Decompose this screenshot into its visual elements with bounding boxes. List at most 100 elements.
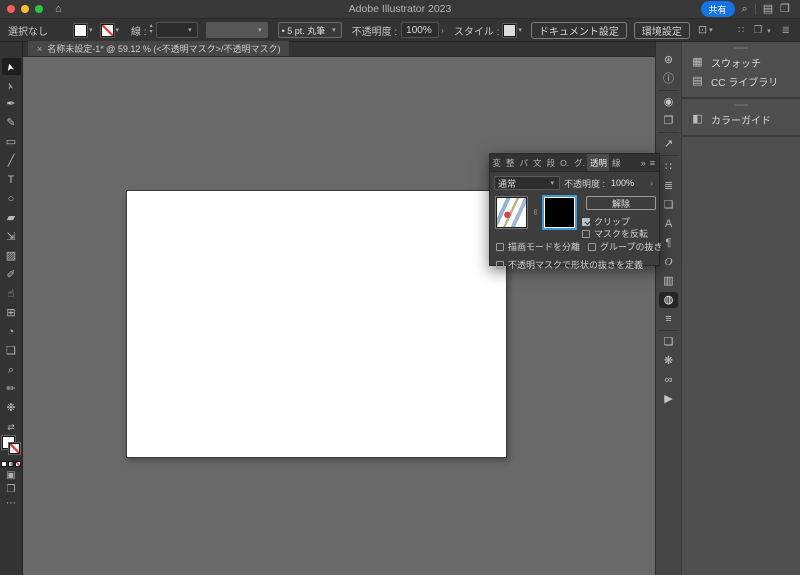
link-icon[interactable]: ∞: [531, 209, 540, 215]
preferences-button[interactable]: 環境設定: [633, 21, 690, 39]
panel-tab-stroke[interactable]: 線: [609, 154, 623, 171]
dock-separator[interactable]: [658, 155, 679, 156]
panel-item-cc-libraries[interactable]: ▤ CC ライブラリ: [682, 72, 800, 91]
panel-tab-transform[interactable]: 変: [490, 154, 504, 171]
document-tab[interactable]: × 名称未設定-1* @ 59.12 % (<不透明マスク>/不透明マスク): [28, 41, 290, 56]
document-setup-button[interactable]: ドキュメント設定: [530, 21, 627, 39]
panel-overflow-icon[interactable]: »: [641, 158, 646, 168]
info-panel-icon[interactable]: ⓘ: [659, 71, 678, 87]
none-button[interactable]: [15, 461, 21, 467]
panel-tab-paragraph[interactable]: 段: [544, 154, 558, 171]
hand-tool[interactable]: ☝: [2, 286, 21, 303]
artboard-panel-icon[interactable]: ❐: [659, 113, 678, 129]
transform-panel-icon[interactable]: ∷: [659, 159, 678, 175]
free-transform-tool[interactable]: ⇲: [2, 229, 21, 246]
style-swatch[interactable]: [503, 23, 517, 37]
line-segment-tool[interactable]: ╱: [2, 153, 21, 170]
panel-menu-icon[interactable]: ≡: [650, 158, 655, 168]
rectangle-tool[interactable]: ▭: [2, 134, 21, 151]
eyedropper-tool[interactable]: ✐: [2, 267, 21, 284]
paintbrush-tool[interactable]: ✎: [2, 115, 21, 132]
opacity-mask-thumbnail[interactable]: [542, 195, 577, 230]
gradient-tool[interactable]: ▨: [2, 248, 21, 265]
panel-item-swatches[interactable]: ▦ スウォッチ: [682, 53, 800, 72]
search-icon[interactable]: ⌕: [742, 3, 748, 15]
artwork-thumbnail[interactable]: [496, 197, 527, 228]
align-panel-icon[interactable]: ≣: [659, 178, 678, 194]
gradient-panel-icon[interactable]: ◉: [659, 94, 678, 110]
workspace-switcher-icon[interactable]: ❐ ▾: [753, 25, 772, 36]
touch-workspace-icon[interactable]: ∷: [738, 25, 744, 36]
artboard[interactable]: [126, 190, 507, 458]
step-down-icon[interactable]: ▾: [150, 29, 153, 36]
pen-tool[interactable]: ✒: [2, 96, 21, 113]
panel-tab-align[interactable]: 整: [504, 154, 518, 171]
symbol-sprayer-tool[interactable]: ❉: [2, 400, 21, 417]
opentype-panel-icon[interactable]: O: [659, 254, 678, 270]
panel-tab-gradient[interactable]: グ.: [572, 154, 588, 171]
blend-mode-dropdown[interactable]: 通常 ▾: [494, 176, 560, 190]
screen-mode-icon[interactable]: ❐: [7, 485, 16, 495]
panel-opacity-value[interactable]: 100%: [611, 178, 634, 188]
variable-width-dropdown[interactable]: ▾: [205, 22, 268, 38]
eraser-tool[interactable]: ▰: [2, 210, 21, 227]
panel-group-handle[interactable]: [734, 104, 748, 106]
gradient-strip-panel-icon[interactable]: ▥: [659, 273, 678, 289]
clip-checkbox[interactable]: [582, 217, 590, 226]
panel-tab-transparency[interactable]: 透明: [587, 154, 610, 171]
layers-panel-icon[interactable]: ❏: [659, 334, 678, 350]
opacity-chevron-icon[interactable]: ›: [441, 26, 444, 35]
swap-fill-stroke-icon[interactable]: ⇄: [7, 423, 15, 432]
invert-mask-checkbox[interactable]: [582, 229, 590, 238]
drawing-modes-icon[interactable]: ▣: [6, 471, 15, 481]
knockout-group-checkbox[interactable]: [588, 242, 597, 251]
share-button[interactable]: 共有: [700, 1, 735, 17]
color-panel-icon[interactable]: ⊛: [659, 52, 678, 68]
isolate-chevron-icon[interactable]: ▾: [709, 26, 713, 34]
fill-stroke-indicator[interactable]: [2, 436, 20, 454]
close-tab-icon[interactable]: ×: [37, 44, 42, 54]
stroke-panel-icon[interactable]: ≡: [659, 311, 678, 327]
graph-tool[interactable]: ◔: [2, 324, 21, 341]
transparency-panel-icon[interactable]: ◍: [659, 292, 678, 308]
isolate-selected-icon[interactable]: ⊡: [698, 24, 707, 36]
panel-opacity-chevron-icon[interactable]: ›: [650, 179, 655, 188]
canvas[interactable]: [23, 57, 655, 575]
fill-chevron-icon[interactable]: ▾: [89, 26, 93, 34]
invert-mask-checkbox-row[interactable]: マスクを反転: [582, 227, 648, 240]
stroke-weight-dropdown[interactable]: ▾: [155, 22, 198, 38]
style-chevron-icon[interactable]: ▾: [518, 26, 522, 34]
fill-color-swatch[interactable]: [74, 23, 87, 37]
panel-tab-pathfinder[interactable]: パ: [517, 154, 531, 171]
color-button[interactable]: [1, 461, 7, 467]
dock-separator[interactable]: [658, 330, 679, 331]
actions-panel-icon[interactable]: ▶: [659, 391, 678, 407]
ellipse-tool[interactable]: ○: [2, 191, 21, 208]
stroke-weight-stepper[interactable]: ▴ ▾: [150, 23, 153, 36]
application-frame-icon[interactable]: ❐: [780, 3, 790, 15]
panel-group-handle[interactable]: [734, 47, 748, 49]
release-button[interactable]: 解除: [586, 196, 656, 210]
panel-tab-opentype[interactable]: O.: [558, 154, 572, 171]
links-panel-icon[interactable]: ∞: [659, 372, 678, 388]
zoom-tool[interactable]: ⌕: [2, 362, 21, 379]
dock-separator[interactable]: [658, 90, 679, 91]
arrange-documents-icon[interactable]: ▤: [763, 3, 773, 15]
gradient-button[interactable]: [8, 461, 14, 467]
pencil-tool[interactable]: ✏: [2, 381, 21, 398]
stroke-chevron-icon[interactable]: ▾: [116, 26, 120, 34]
artboard-tool[interactable]: ❏: [2, 343, 21, 360]
shape-builder-tool[interactable]: ⊞: [2, 305, 21, 322]
dock-separator[interactable]: [658, 132, 679, 133]
asset-export-panel-icon[interactable]: ❋: [659, 353, 678, 369]
opacity-input[interactable]: 100%: [401, 22, 440, 38]
edit-toolbar-icon[interactable]: ⋯: [6, 499, 16, 509]
isolate-blending-checkbox[interactable]: [496, 242, 504, 251]
pathfinder-panel-icon[interactable]: ❑: [659, 197, 678, 213]
selection-tool[interactable]: ➤: [1, 58, 21, 75]
character-panel-icon[interactable]: A: [659, 216, 678, 232]
brush-definition-dropdown[interactable]: • 5 pt. 丸筆 ▾: [277, 22, 342, 38]
stroke-color-swatch[interactable]: [100, 23, 114, 37]
panel-tab-character[interactable]: 文: [531, 154, 545, 171]
export-panel-icon[interactable]: ↗: [659, 136, 678, 152]
